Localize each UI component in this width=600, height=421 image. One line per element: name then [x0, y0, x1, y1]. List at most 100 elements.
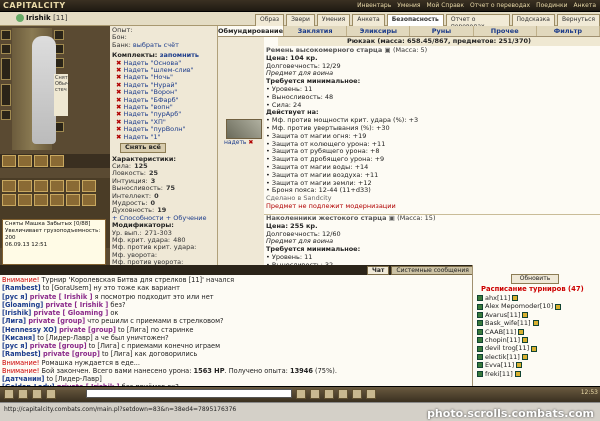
- chat-fragment: to [Лига] с приемами конечно играем: [86, 342, 221, 350]
- tab-equipment[interactable]: Обмундирование: [218, 26, 284, 36]
- ring-slots-row: [0, 154, 110, 168]
- tab-runes[interactable]: Руны: [410, 26, 474, 36]
- rune-icon[interactable]: [50, 180, 64, 192]
- rune-icon[interactable]: [82, 180, 96, 192]
- refresh-button[interactable]: Обновить: [511, 274, 559, 284]
- rune-icon[interactable]: [18, 194, 32, 206]
- chat-fragment[interactable]: [Лига]: [2, 317, 26, 325]
- player-item[interactable]: Alex Mepomoder[10]: [477, 302, 597, 310]
- slot-armor[interactable]: [1, 84, 11, 106]
- tournament-title[interactable]: Расписание турниров (47): [481, 285, 584, 293]
- chat-fragment[interactable]: [Irishik]: [2, 309, 31, 317]
- chat-fragment[interactable]: [Hennessy XO]: [2, 326, 57, 334]
- rune-icon[interactable]: [66, 194, 80, 206]
- rune-icon[interactable]: [82, 194, 96, 206]
- delete-icon[interactable]: ✖: [248, 139, 253, 146]
- info-icon[interactable]: [522, 337, 529, 344]
- info-icon[interactable]: [521, 354, 528, 361]
- topnav-link[interactable]: Умения: [397, 2, 420, 9]
- tab-system-messages[interactable]: Системные сообщения: [391, 266, 474, 275]
- rune-icon[interactable]: [2, 180, 16, 192]
- ring-icon[interactable]: [50, 155, 64, 167]
- rune-icon[interactable]: [50, 194, 64, 206]
- slot-weapon[interactable]: [1, 58, 11, 80]
- tab-other[interactable]: Прочее: [474, 26, 537, 36]
- player-item[interactable]: freki[11]: [477, 370, 597, 378]
- player-name: Avarus[11]: [485, 310, 521, 319]
- topnav-link[interactable]: Анкета: [573, 2, 596, 9]
- item-tooltip: Сняты Машка Забытых [0/88] Увеличивает г…: [2, 219, 106, 265]
- topnav-link[interactable]: Мой Справк: [427, 2, 464, 9]
- friends-icon[interactable]: [338, 389, 348, 399]
- settings-icon[interactable]: [324, 389, 334, 399]
- tab-filter[interactable]: Фильтр: [537, 26, 600, 36]
- chat-line: [Hennessy XO] private [group] to [Лига] …: [2, 326, 470, 334]
- player-item[interactable]: ahx[11]: [477, 294, 597, 302]
- ring-icon[interactable]: [18, 155, 32, 167]
- clan-icon: [477, 328, 483, 335]
- ring-icon[interactable]: [2, 155, 16, 167]
- info-icon[interactable]: [512, 295, 519, 302]
- delete-set-icon[interactable]: ✖: [116, 133, 121, 141]
- rune-icon[interactable]: [2, 194, 16, 206]
- chat-fragment[interactable]: [Rambest]: [2, 350, 41, 358]
- tab-spells[interactable]: Заклятия: [284, 26, 348, 36]
- clear-icon[interactable]: [18, 389, 28, 399]
- slot-belt[interactable]: [1, 110, 11, 120]
- character-name[interactable]: Irishik [11]: [16, 14, 67, 22]
- save-icon[interactable]: [310, 389, 320, 399]
- watermark: photo.scrolls.combats.com: [427, 407, 594, 420]
- chat-fragment[interactable]: [Кисаня]: [2, 334, 35, 342]
- topnav-link[interactable]: Поединки: [536, 2, 567, 9]
- info-icon[interactable]: [516, 362, 523, 369]
- rune-icon[interactable]: [18, 180, 32, 192]
- chat-fragment[interactable]: [рус я]: [2, 342, 27, 350]
- send-icon[interactable]: [296, 389, 306, 399]
- player-item[interactable]: devil trog[11]: [477, 344, 597, 352]
- info-icon[interactable]: [522, 312, 529, 319]
- smiley-icon[interactable]: [4, 389, 14, 399]
- info-icon[interactable]: [518, 328, 525, 335]
- info-icon[interactable]: [532, 320, 539, 327]
- topnav-link[interactable]: Отчет о переводах: [470, 2, 530, 9]
- chat-fragment[interactable]: [датчанин]: [2, 375, 44, 383]
- chat-fragment[interactable]: [Rambest]: [2, 284, 41, 292]
- sound-icon[interactable]: [352, 389, 362, 399]
- player-item[interactable]: chopin[11]: [477, 336, 597, 344]
- wear-link[interactable]: надеть ✖: [224, 139, 253, 146]
- slot-amulet[interactable]: [1, 44, 11, 54]
- unequip-all-button[interactable]: Снять всё: [120, 143, 166, 153]
- exit-icon[interactable]: [366, 389, 376, 399]
- info-icon[interactable]: [531, 345, 538, 352]
- player-item[interactable]: electik[11]: [477, 353, 597, 361]
- rune-icon[interactable]: [34, 194, 48, 206]
- set-item[interactable]: ✖ Надеть "1": [112, 133, 215, 141]
- player-item[interactable]: Evva[11]: [477, 361, 597, 369]
- slot-earrings[interactable]: [54, 30, 64, 40]
- chat-fragment: без?: [108, 300, 126, 309]
- rune-icon[interactable]: [66, 180, 80, 192]
- item-line: Требуется минимальное:: [266, 77, 361, 86]
- player-item[interactable]: Avarus[11]: [477, 311, 597, 319]
- chat-line: Внимание! Турнир 'Королевская Битва для …: [2, 276, 470, 284]
- rune-icon[interactable]: [34, 180, 48, 192]
- chat-input[interactable]: [86, 389, 292, 398]
- player-item[interactable]: CAAB[11]: [477, 328, 597, 336]
- tab-elixirs[interactable]: Эликсиры: [347, 26, 411, 36]
- chat-line: [Gloaming] private [ Irishik ] без?: [2, 301, 470, 309]
- ring-icon[interactable]: [34, 155, 48, 167]
- belt-item-image[interactable]: [226, 119, 262, 139]
- topnav-link[interactable]: Инвентарь: [357, 2, 391, 9]
- tab-chat[interactable]: Чат: [367, 266, 390, 275]
- bank-select-link[interactable]: выбрать счёт: [133, 41, 179, 49]
- chat-fragment: to [Лидер-Лавр]: [44, 375, 102, 383]
- player-name: chopin[11]: [485, 336, 521, 345]
- translit-icon[interactable]: [32, 389, 42, 399]
- slot-helmet[interactable]: [1, 30, 11, 40]
- chat-fragment[interactable]: [Gloaming]: [2, 301, 43, 309]
- player-item[interactable]: Bask_wife[11]: [477, 319, 597, 327]
- chat-fragment[interactable]: [рус я]: [2, 293, 27, 301]
- filter-icon[interactable]: [46, 389, 56, 399]
- info-icon[interactable]: [555, 303, 562, 310]
- info-icon[interactable]: [514, 370, 521, 377]
